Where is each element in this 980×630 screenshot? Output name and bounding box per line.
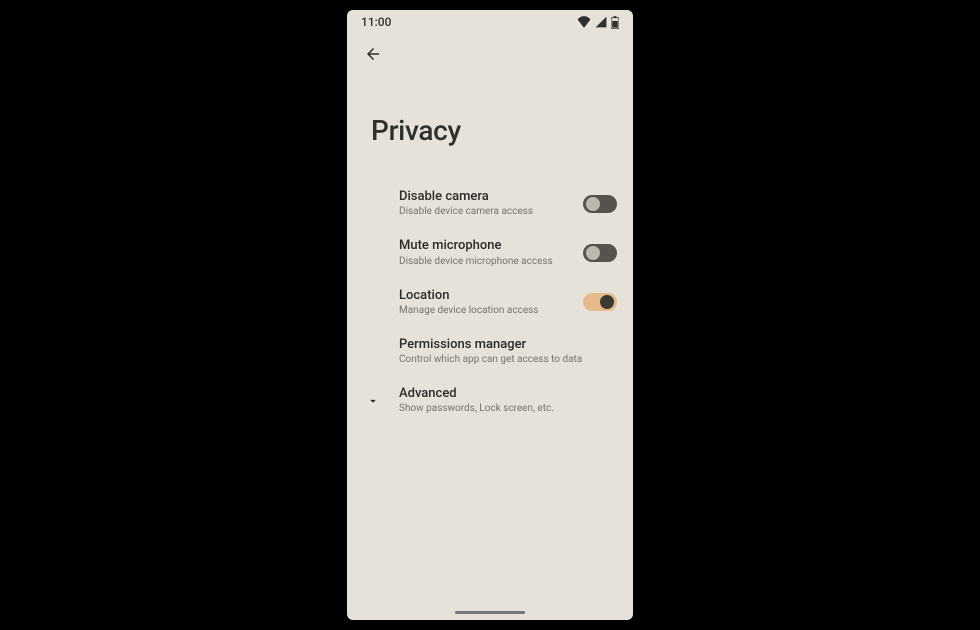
setting-advanced[interactable]: Advanced Show passwords, Lock screen, et… xyxy=(347,376,633,425)
arrow-back-icon xyxy=(364,45,382,67)
chevron-down-icon xyxy=(363,391,383,411)
setting-permissions-manager[interactable]: Permissions manager Control which app ca… xyxy=(347,327,633,376)
setting-title: Mute microphone xyxy=(399,238,583,254)
privacy-settings-screen: 11:00 Privacy Disable camera Disable dev… xyxy=(347,10,633,620)
setting-mute-microphone[interactable]: Mute microphone Disable device microphon… xyxy=(347,228,633,277)
setting-subtitle: Disable device microphone access xyxy=(399,255,583,268)
setting-disable-camera[interactable]: Disable camera Disable device camera acc… xyxy=(347,179,633,228)
setting-subtitle: Manage device location access xyxy=(399,304,583,317)
setting-title: Disable camera xyxy=(399,189,583,205)
setting-subtitle: Show passwords, Lock screen, etc. xyxy=(399,402,617,415)
toggle-disable-camera[interactable] xyxy=(583,195,617,213)
setting-subtitle: Control which app can get access to data xyxy=(399,353,617,366)
setting-location[interactable]: Location Manage device location access xyxy=(347,278,633,327)
toggle-mute-microphone[interactable] xyxy=(583,244,617,262)
wifi-icon xyxy=(577,16,591,28)
signal-icon xyxy=(595,16,607,28)
status-bar: 11:00 xyxy=(347,10,633,34)
toolbar xyxy=(347,34,633,70)
settings-list: Disable camera Disable device camera acc… xyxy=(347,171,633,620)
page-title: Privacy xyxy=(347,70,633,171)
status-time: 11:00 xyxy=(361,15,391,29)
setting-title: Permissions manager xyxy=(399,337,617,353)
nav-handle[interactable] xyxy=(455,611,525,614)
setting-title: Advanced xyxy=(399,386,617,402)
setting-subtitle: Disable device camera access xyxy=(399,205,583,218)
status-icons xyxy=(577,16,619,29)
toggle-location[interactable] xyxy=(583,293,617,311)
setting-title: Location xyxy=(399,288,583,304)
back-button[interactable] xyxy=(359,42,387,70)
battery-icon xyxy=(611,16,619,29)
